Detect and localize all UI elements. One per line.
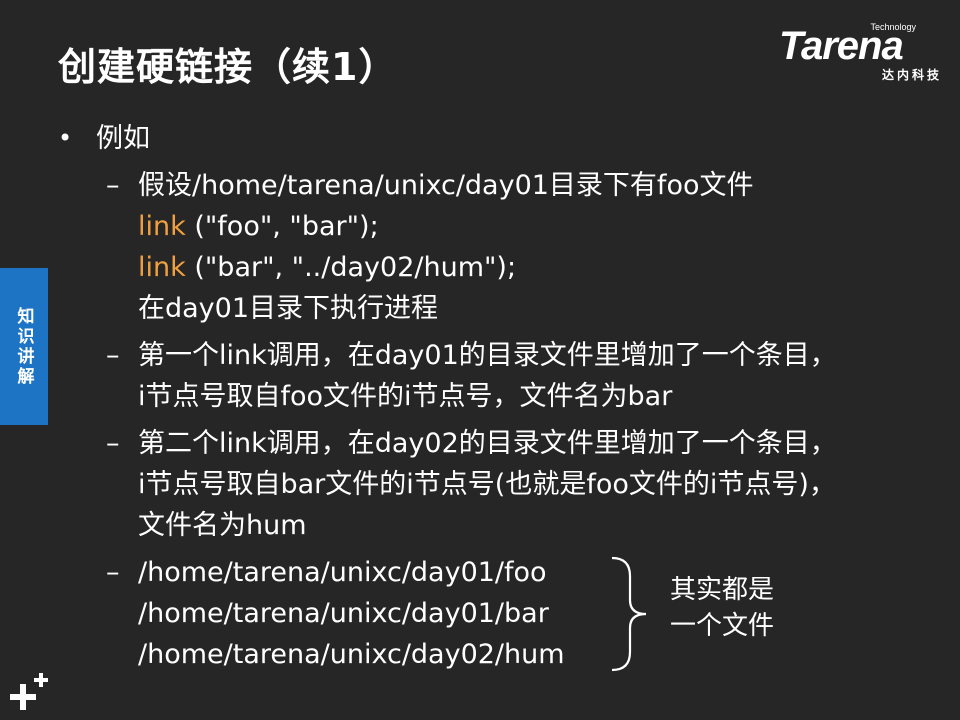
plus-logo-icon (10, 673, 48, 710)
note-line: 一个文件 (670, 611, 775, 641)
text-line: i节点号取自foo文件的i节点号，文件名为bar (138, 381, 673, 412)
tarena-logo: Technology Tarena 达内科技 (779, 22, 944, 84)
logo-wordmark: Tarena (779, 24, 904, 68)
dash-icon: – (106, 340, 120, 371)
text-line: 文件名为hum (138, 510, 307, 541)
right-brace-icon (611, 556, 647, 672)
text-line: 在day01目录下执行进程 (138, 293, 439, 324)
text-line: i节点号取自bar文件的i节点号(也就是foo文件的i节点号)， (138, 469, 836, 500)
path-line: /home/tarena/unixc/day01/foo (138, 557, 547, 588)
text-line: 假设/home/tarena/unixc/day01目录下有foo文件 (138, 170, 754, 201)
path-line: /home/tarena/unixc/day02/hum (138, 639, 565, 670)
dash-icon: – (106, 428, 120, 459)
slide: 创建硬链接（续1） Technology Tarena 达内科技 知识讲解 • … (0, 0, 960, 720)
code-keyword: link (138, 211, 186, 242)
sub-item: – 假设/home/tarena/unixc/day01目录下有foo文件 li… (106, 165, 908, 329)
bullet-item: • 例如 (58, 118, 908, 159)
note-line: 其实都是 (670, 575, 775, 605)
text-line: 第二个link调用，在day02的目录文件里增加了一个条目， (138, 428, 837, 459)
side-tab-knowledge: 知识讲解 (0, 268, 48, 425)
code-line: link ("foo", "bar"); (138, 206, 908, 247)
dash-icon: – (106, 557, 120, 588)
sub-item: – 第一个link调用，在day01的目录文件里增加了一个条目， i节点号取自f… (106, 335, 908, 417)
code-keyword: link (138, 252, 186, 283)
slide-content: • 例如 – 假设/home/tarena/unixc/day01目录下有foo… (58, 118, 908, 675)
sub-item-body: /home/tarena/unixc/day01/foo /home/taren… (138, 552, 908, 675)
text-line: 第一个link调用，在day01的目录文件里增加了一个条目， (138, 340, 837, 371)
logo-subtitle: 达内科技 (881, 68, 942, 82)
brace-note: 其实都是 一个文件 (670, 572, 774, 644)
bullet-dot-icon: • (58, 124, 73, 152)
sub-item: – /home/tarena/unixc/day01/foo /home/tar… (106, 552, 908, 675)
sub-item-body: 假设/home/tarena/unixc/day01目录下有foo文件 link… (138, 165, 908, 329)
side-tab-label: 知识讲解 (13, 306, 34, 387)
slide-title: 创建硬链接（续1） (58, 45, 398, 89)
sub-item: – 第二个link调用，在day02的目录文件里增加了一个条目， i节点号取自b… (106, 423, 908, 546)
sub-item-body: 第一个link调用，在day01的目录文件里增加了一个条目， i节点号取自foo… (138, 335, 908, 417)
sub-item-body: 第二个link调用，在day02的目录文件里增加了一个条目， i节点号取自bar… (138, 423, 908, 546)
bullet-text: 例如 (96, 123, 150, 154)
path-line: /home/tarena/unixc/day01/bar (138, 598, 549, 629)
code-args: ("bar", "../day02/hum"); (185, 252, 517, 283)
code-args: ("foo", "bar"); (185, 211, 379, 242)
dash-icon: – (106, 170, 120, 201)
code-line: link ("bar", "../day02/hum"); (138, 247, 908, 288)
